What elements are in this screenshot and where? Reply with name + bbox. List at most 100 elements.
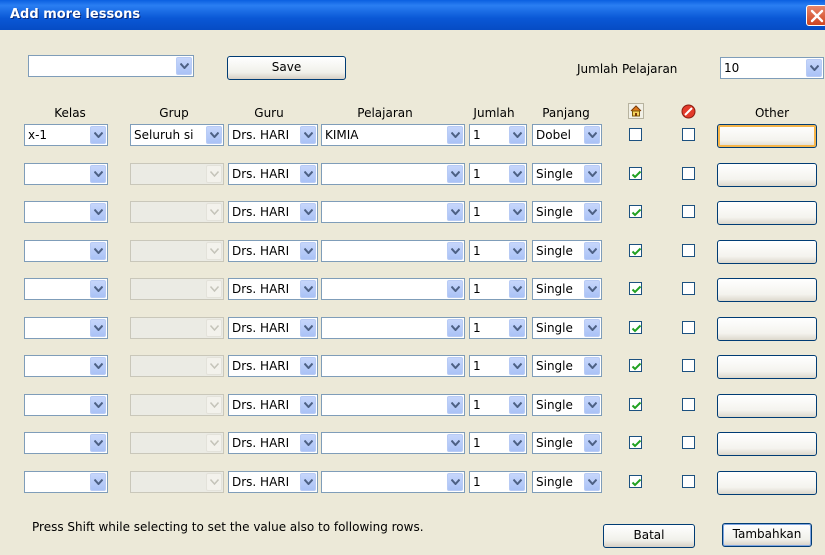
other-button[interactable] (717, 432, 817, 456)
panjang-select[interactable]: Single (532, 201, 602, 223)
chevron-down-icon[interactable] (90, 319, 106, 337)
chevron-down-icon[interactable] (300, 434, 316, 452)
chevron-down-icon[interactable] (584, 126, 600, 144)
forbidden-checkbox[interactable] (682, 128, 695, 141)
forbidden-checkbox[interactable] (682, 167, 695, 180)
kelas-select[interactable] (24, 317, 108, 339)
jumlah-select[interactable]: 1 (469, 163, 527, 185)
chevron-down-icon[interactable] (509, 319, 525, 337)
jumlah-select[interactable]: 1 (469, 394, 527, 416)
save-button[interactable]: Save (227, 56, 346, 80)
pelajaran-select[interactable] (321, 317, 465, 339)
guru-select[interactable]: Drs. HARI (228, 432, 318, 454)
chevron-down-icon[interactable] (509, 434, 525, 452)
title-bar[interactable]: Add more lessons (0, 0, 825, 30)
chevron-down-icon[interactable] (447, 242, 463, 260)
home-checkbox[interactable] (629, 205, 642, 218)
other-button[interactable] (717, 471, 817, 495)
panjang-select[interactable]: Single (532, 355, 602, 377)
chevron-down-icon[interactable] (447, 473, 463, 491)
chevron-down-icon[interactable] (584, 242, 600, 260)
panjang-select[interactable]: Dobel (532, 124, 602, 146)
other-button[interactable] (717, 240, 817, 264)
chevron-down-icon[interactable] (584, 473, 600, 491)
guru-select[interactable]: Drs. HARI (228, 317, 318, 339)
chevron-down-icon[interactable] (90, 357, 106, 375)
forbidden-checkbox[interactable] (682, 359, 695, 372)
pelajaran-select[interactable] (321, 355, 465, 377)
close-button[interactable] (806, 5, 825, 26)
jumlah-select[interactable]: 1 (469, 201, 527, 223)
home-checkbox[interactable] (629, 398, 642, 411)
chevron-down-icon[interactable] (90, 280, 106, 298)
pelajaran-select[interactable]: KIMIA (321, 124, 465, 146)
panjang-select[interactable]: Single (532, 317, 602, 339)
chevron-down-icon[interactable] (509, 242, 525, 260)
home-checkbox[interactable] (629, 321, 642, 334)
chevron-down-icon[interactable] (509, 126, 525, 144)
chevron-down-icon[interactable] (509, 396, 525, 414)
chevron-down-icon[interactable] (300, 165, 316, 183)
chevron-down-icon[interactable] (447, 165, 463, 183)
chevron-down-icon[interactable] (447, 203, 463, 221)
home-checkbox[interactable] (629, 128, 642, 141)
chevron-down-icon[interactable] (509, 280, 525, 298)
home-checkbox[interactable] (629, 167, 642, 180)
chevron-down-icon[interactable] (447, 357, 463, 375)
home-checkbox[interactable] (629, 244, 642, 257)
other-button[interactable] (717, 163, 817, 187)
other-button[interactable] (717, 201, 817, 225)
chevron-down-icon[interactable] (584, 396, 600, 414)
pelajaran-select[interactable] (321, 163, 465, 185)
chevron-down-icon[interactable] (90, 203, 106, 221)
kelas-select[interactable] (24, 471, 108, 493)
chevron-down-icon[interactable] (300, 396, 316, 414)
jumlah-select[interactable]: 1 (469, 317, 527, 339)
chevron-down-icon[interactable] (584, 203, 600, 221)
kelas-select[interactable] (24, 201, 108, 223)
chevron-down-icon[interactable] (90, 473, 106, 491)
kelas-select[interactable]: x-1 (24, 124, 108, 146)
guru-select[interactable]: Drs. HARI (228, 394, 318, 416)
chevron-down-icon[interactable] (90, 396, 106, 414)
chevron-down-icon[interactable] (509, 357, 525, 375)
home-checkbox[interactable] (629, 282, 642, 295)
chevron-down-icon[interactable] (90, 126, 106, 144)
chevron-down-icon[interactable] (447, 319, 463, 337)
chevron-down-icon[interactable] (206, 126, 222, 144)
count-select[interactable]: 10 (720, 57, 824, 79)
guru-select[interactable]: Drs. HARI (228, 355, 318, 377)
chevron-down-icon[interactable] (584, 319, 600, 337)
cancel-button[interactable]: Batal (603, 524, 695, 548)
guru-select[interactable]: Drs. HARI (228, 471, 318, 493)
guru-select[interactable]: Drs. HARI (228, 124, 318, 146)
kelas-select[interactable] (24, 432, 108, 454)
panjang-select[interactable]: Single (532, 471, 602, 493)
pelajaran-select[interactable] (321, 201, 465, 223)
chevron-down-icon[interactable] (300, 319, 316, 337)
chevron-down-icon[interactable] (584, 165, 600, 183)
other-button[interactable] (717, 394, 817, 418)
chevron-down-icon[interactable] (90, 242, 106, 260)
home-checkbox[interactable] (629, 359, 642, 372)
forbidden-checkbox[interactable] (682, 436, 695, 449)
panjang-select[interactable]: Single (532, 278, 602, 300)
forbidden-checkbox[interactable] (682, 321, 695, 334)
chevron-down-icon[interactable] (300, 357, 316, 375)
panjang-select[interactable]: Single (532, 240, 602, 262)
chevron-down-icon[interactable] (509, 203, 525, 221)
chevron-down-icon[interactable] (584, 434, 600, 452)
chevron-down-icon[interactable] (509, 165, 525, 183)
chevron-down-icon[interactable] (300, 473, 316, 491)
panjang-select[interactable]: Single (532, 432, 602, 454)
pelajaran-select[interactable] (321, 394, 465, 416)
jumlah-select[interactable]: 1 (469, 240, 527, 262)
pelajaran-select[interactable] (321, 240, 465, 262)
chevron-down-icon[interactable] (584, 357, 600, 375)
kelas-select[interactable] (24, 278, 108, 300)
chevron-down-icon[interactable] (509, 473, 525, 491)
kelas-select[interactable] (24, 240, 108, 262)
forbidden-checkbox[interactable] (682, 205, 695, 218)
pelajaran-select[interactable] (321, 471, 465, 493)
jumlah-select[interactable]: 1 (469, 471, 527, 493)
